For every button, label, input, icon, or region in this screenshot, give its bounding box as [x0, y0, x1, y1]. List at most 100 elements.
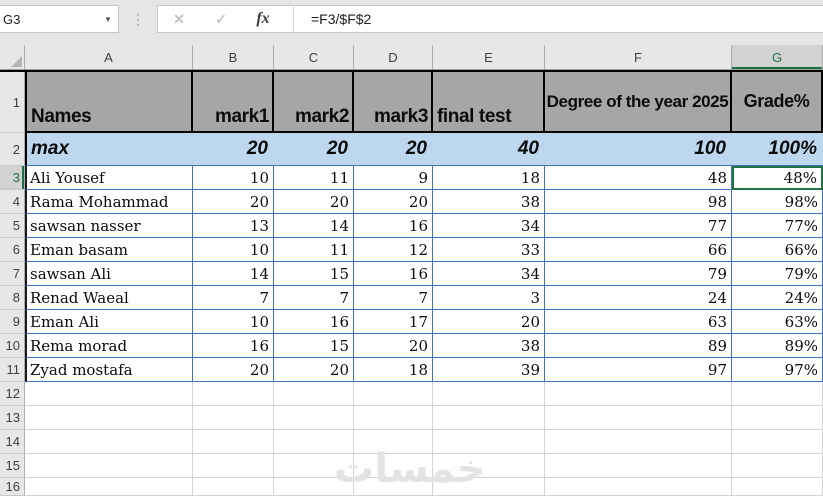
cell[interactable] — [732, 430, 823, 454]
cell[interactable] — [193, 406, 274, 430]
cell[interactable]: 15 — [274, 334, 354, 358]
cell[interactable] — [274, 430, 354, 454]
cell-e2[interactable]: 40 — [433, 133, 545, 166]
column-header-a[interactable]: A — [25, 45, 193, 69]
cell[interactable]: Renad Waeal — [25, 286, 193, 310]
cell[interactable] — [274, 454, 354, 478]
cell[interactable] — [274, 382, 354, 406]
row-header[interactable]: 7 — [0, 262, 25, 286]
cell[interactable] — [25, 478, 193, 496]
cell[interactable] — [732, 382, 823, 406]
cell-a2[interactable]: max — [25, 133, 193, 166]
cell[interactable] — [354, 382, 433, 406]
cell[interactable]: 66% — [732, 238, 823, 262]
cell[interactable]: 89 — [545, 334, 732, 358]
name-box[interactable]: G3 ▼ — [0, 5, 119, 33]
cell[interactable]: 10 — [193, 238, 274, 262]
cell-g2[interactable]: 100% — [732, 133, 823, 166]
selected-cell-g3[interactable]: 48% — [732, 166, 823, 190]
cell[interactable] — [25, 382, 193, 406]
cell[interactable] — [433, 478, 545, 496]
cell[interactable] — [545, 382, 732, 406]
cell-c2[interactable]: 20 — [274, 133, 354, 166]
cell[interactable] — [193, 478, 274, 496]
cell[interactable]: Zyad mostafa — [25, 358, 193, 382]
column-header-b[interactable]: B — [193, 45, 274, 69]
cell[interactable] — [354, 478, 433, 496]
chevron-down-icon[interactable]: ▼ — [98, 15, 118, 24]
row-header[interactable]: 9 — [0, 310, 25, 334]
row-header[interactable]: 11 — [0, 358, 25, 382]
cell[interactable]: 20 — [433, 310, 545, 334]
cell-d1[interactable]: mark3 — [354, 72, 433, 133]
cell[interactable]: Eman basam — [25, 238, 193, 262]
cell[interactable]: 34 — [433, 262, 545, 286]
cell[interactable] — [433, 406, 545, 430]
cell[interactable] — [354, 406, 433, 430]
cell[interactable] — [274, 478, 354, 496]
cell[interactable]: 20 — [354, 190, 433, 214]
cell[interactable]: 20 — [193, 190, 274, 214]
cell[interactable] — [545, 430, 732, 454]
cell[interactable]: 97 — [545, 358, 732, 382]
row-header[interactable]: 14 — [0, 430, 25, 454]
cell[interactable]: 10 — [193, 166, 274, 190]
cell[interactable] — [732, 478, 823, 496]
cell[interactable]: 20 — [354, 334, 433, 358]
row-header[interactable]: 10 — [0, 334, 25, 358]
cell[interactable]: 97% — [732, 358, 823, 382]
cell[interactable]: 17 — [354, 310, 433, 334]
row-header[interactable]: 4 — [0, 190, 25, 214]
column-header-c[interactable]: C — [274, 45, 354, 69]
cell[interactable]: 20 — [274, 358, 354, 382]
row-header[interactable]: 12 — [0, 382, 25, 406]
cell[interactable] — [25, 406, 193, 430]
select-all-corner[interactable] — [0, 45, 25, 69]
cell[interactable]: 18 — [433, 166, 545, 190]
cell[interactable]: 24 — [545, 286, 732, 310]
cell-c1[interactable]: mark2 — [274, 72, 354, 133]
cell[interactable]: Rema morad — [25, 334, 193, 358]
cell[interactable]: 63% — [732, 310, 823, 334]
cell[interactable]: 16 — [354, 262, 433, 286]
cell[interactable]: Ali Yousef — [25, 166, 193, 190]
row-header[interactable]: 13 — [0, 406, 25, 430]
row-header[interactable]: 16 — [0, 478, 25, 496]
cell[interactable] — [354, 430, 433, 454]
enter-icon[interactable]: ✓ — [200, 11, 242, 28]
cell[interactable]: 34 — [433, 214, 545, 238]
name-box-value[interactable]: G3 — [0, 12, 98, 27]
cell[interactable]: 16 — [274, 310, 354, 334]
cell[interactable] — [732, 454, 823, 478]
cell[interactable]: 14 — [274, 214, 354, 238]
cell[interactable]: 15 — [274, 262, 354, 286]
cell-g1[interactable]: Grade% — [732, 72, 823, 133]
cell[interactable]: 79 — [545, 262, 732, 286]
cell[interactable]: 77% — [732, 214, 823, 238]
row-header-1[interactable]: 1 — [0, 72, 25, 133]
cell[interactable] — [274, 406, 354, 430]
row-header-3-selected[interactable]: 3 — [0, 166, 25, 190]
cell[interactable]: Rama Mohammad — [25, 190, 193, 214]
cell[interactable]: 39 — [433, 358, 545, 382]
column-header-f[interactable]: F — [545, 45, 732, 69]
cell[interactable]: 11 — [274, 166, 354, 190]
cell-e1[interactable]: final test — [433, 72, 545, 133]
cell[interactable] — [433, 454, 545, 478]
cell[interactable]: 18 — [354, 358, 433, 382]
cell[interactable]: 7 — [274, 286, 354, 310]
cell[interactable] — [732, 406, 823, 430]
cell[interactable]: 12 — [354, 238, 433, 262]
cell[interactable]: sawsan Ali — [25, 262, 193, 286]
cell[interactable]: 11 — [274, 238, 354, 262]
cell[interactable]: 38 — [433, 334, 545, 358]
cell[interactable]: 24% — [732, 286, 823, 310]
cell[interactable]: 38 — [433, 190, 545, 214]
cell[interactable]: Eman Ali — [25, 310, 193, 334]
cell[interactable] — [545, 454, 732, 478]
cell[interactable]: 98 — [545, 190, 732, 214]
cell[interactable]: 48 — [545, 166, 732, 190]
cell[interactable]: 9 — [354, 166, 433, 190]
cell[interactable] — [25, 454, 193, 478]
cell[interactable]: 98% — [732, 190, 823, 214]
